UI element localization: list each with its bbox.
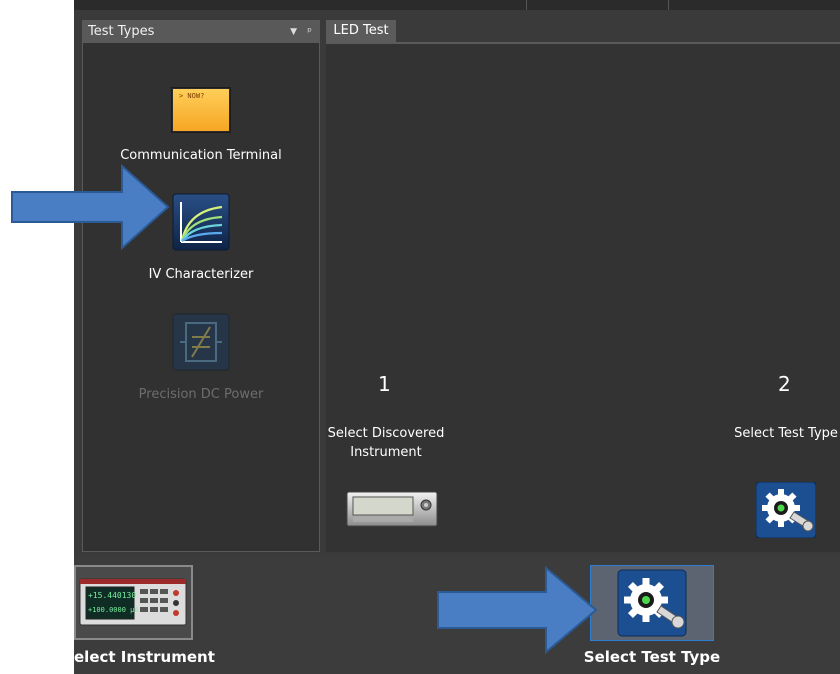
pin-icon[interactable]: ᵖ	[307, 21, 312, 43]
toolbar-divider	[526, 0, 527, 10]
arrow-right-icon	[11, 163, 170, 251]
dc-power-icon	[172, 313, 230, 371]
test-type-label: IV Characterizer	[148, 267, 254, 282]
step-2-number: 2	[778, 372, 791, 396]
step-1-label-line2: Instrument	[350, 445, 422, 460]
step-1-number: 1	[378, 372, 391, 396]
step-1-label-line1: Select Discovered	[327, 426, 445, 441]
panel-title: Test Types	[88, 24, 155, 39]
gear-wrench-icon[interactable]	[756, 482, 816, 538]
instrument-display-line1: +15.440130	[88, 591, 136, 600]
led-test-content: 1 Select Discovered Instrument 2 Select …	[326, 44, 840, 552]
instrument-display-line2: +100.0000 µA	[88, 606, 139, 614]
select-instrument-label[interactable]: elect Instrument	[74, 648, 215, 666]
top-toolbar-strip	[74, 0, 840, 10]
terminal-icon: > NOW?	[172, 88, 230, 132]
panel-body: > NOW? Communication Terminal IV Charact…	[83, 43, 319, 551]
test-types-panel: Test Types ▼ ᵖ > NOW? Communication Term…	[82, 20, 320, 552]
instrument-icon[interactable]	[346, 490, 438, 528]
chevron-down-icon[interactable]: ▼	[290, 21, 297, 43]
iv-curve-icon	[172, 193, 230, 251]
step-1-label: Select Discovered Instrument	[326, 424, 446, 462]
test-type-label: Precision DC Power	[138, 387, 264, 402]
select-test-type-card[interactable]	[590, 565, 714, 641]
test-type-label: Communication Terminal	[120, 148, 282, 163]
gear-wrench-icon	[617, 569, 687, 637]
instrument-front-panel-icon: +15.440130 +100.0000 µA	[79, 578, 187, 626]
panel-header: Test Types ▼ ᵖ	[83, 21, 319, 43]
tab-led-test[interactable]: LED Test	[326, 20, 396, 42]
step-2-label: Select Test Type	[734, 426, 838, 441]
select-instrument-card[interactable]: +15.440130 +100.0000 µA	[74, 565, 193, 640]
arrow-right-icon	[437, 566, 598, 654]
toolbar-divider	[668, 0, 669, 10]
